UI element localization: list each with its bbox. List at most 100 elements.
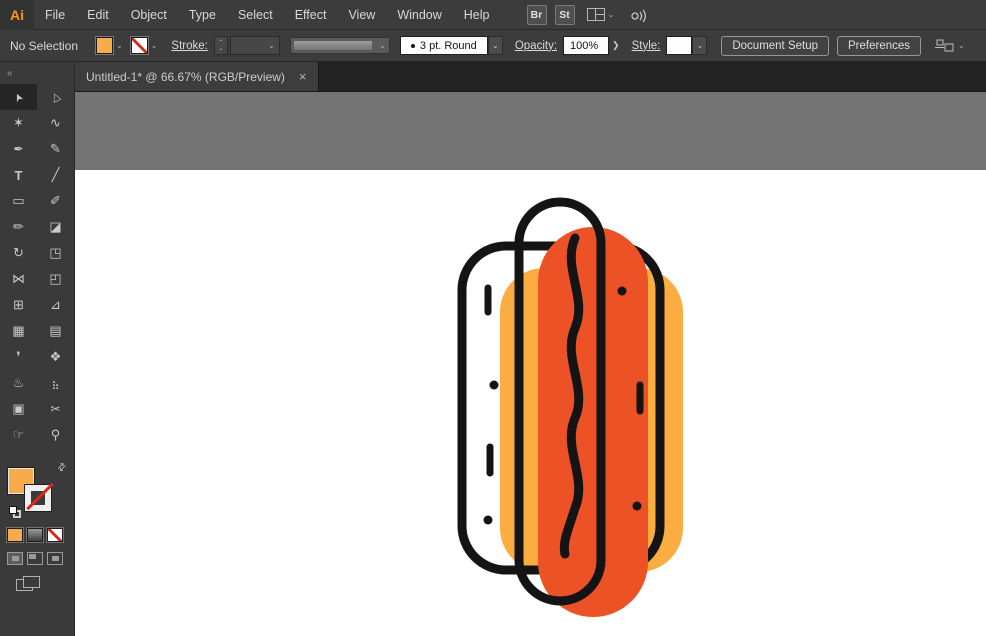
tools-panel: « ➤▷ ✶ ∿ ✒ ✎ T╱▭✐✏ ◪ ↻ ◳ ⋈◰⊞⊿ ▦ ▤❜ ❖ ♨⣦▣✂☞⚲ ⇄ bbox=[0, 62, 75, 636]
brush-dropdown-arrow[interactable]: ⌄ bbox=[488, 36, 503, 55]
tool-type[interactable]: T bbox=[0, 162, 37, 188]
menu-type[interactable]: Type bbox=[178, 0, 227, 29]
default-fill-stroke-icon[interactable] bbox=[9, 506, 21, 518]
fill-color-swatch[interactable] bbox=[96, 37, 113, 54]
preferences-button[interactable]: Preferences bbox=[837, 36, 921, 56]
tool-magic-wand[interactable]: ✶ bbox=[0, 110, 37, 136]
eraser-icon: ◪ bbox=[49, 219, 61, 235]
document-setup-button[interactable]: Document Setup bbox=[721, 36, 829, 56]
style-dropdown[interactable] bbox=[666, 36, 692, 55]
control-bar: No Selection ⌄ ⌄ Stroke: ⌃ ⌄ ⌄ ⌄ 3 pt. R… bbox=[0, 30, 986, 62]
style-label[interactable]: Style: bbox=[632, 40, 661, 52]
tool-line-segment[interactable]: ╱ bbox=[37, 162, 74, 188]
tool-perspective-grid[interactable]: ⊿ bbox=[37, 292, 74, 318]
draw-mode-buttons bbox=[7, 552, 63, 565]
menu-view[interactable]: View bbox=[337, 0, 386, 29]
tool-rotate[interactable]: ↻ bbox=[0, 240, 37, 266]
tool-blend[interactable]: ❖ bbox=[37, 344, 74, 370]
arrange-documents-button[interactable]: ⌄ bbox=[587, 8, 615, 21]
share-button[interactable] bbox=[628, 7, 648, 23]
tool-direct-selection[interactable]: ▷ bbox=[37, 84, 74, 110]
bridge-button[interactable]: Br bbox=[527, 5, 547, 25]
stroke-label[interactable]: Stroke: bbox=[171, 40, 207, 52]
tool-selection[interactable]: ➤ bbox=[0, 84, 37, 110]
tool-paintbrush[interactable]: ✐ bbox=[37, 188, 74, 214]
tool-slice[interactable]: ✂ bbox=[37, 396, 74, 422]
tool-curvature[interactable]: ✎ bbox=[37, 136, 74, 162]
blend-icon: ❖ bbox=[50, 349, 62, 365]
tool-pencil[interactable]: ✏ bbox=[0, 214, 37, 240]
menu-object[interactable]: Object bbox=[120, 0, 178, 29]
tool-width[interactable]: ⋈ bbox=[0, 266, 37, 292]
seasoning-dot[interactable] bbox=[618, 287, 627, 296]
tool-lasso[interactable]: ∿ bbox=[37, 110, 74, 136]
draw-behind-button[interactable] bbox=[27, 552, 43, 565]
tool-free-transform[interactable]: ◰ bbox=[37, 266, 74, 292]
stock-button[interactable]: St bbox=[555, 5, 575, 25]
tool-column-graph[interactable]: ⣦ bbox=[37, 370, 74, 396]
variable-width-profile-dropdown[interactable]: ⌄ bbox=[290, 37, 390, 54]
draw-normal-button[interactable] bbox=[7, 552, 23, 565]
curvature-icon: ✎ bbox=[50, 141, 61, 157]
tool-rectangle[interactable]: ▭ bbox=[0, 188, 37, 214]
none-button[interactable] bbox=[47, 528, 63, 542]
stroke-color-control[interactable]: ⌄ bbox=[131, 37, 158, 54]
tool-hand[interactable]: ☞ bbox=[0, 422, 37, 448]
tool-symbol-sprayer[interactable]: ♨ bbox=[0, 370, 37, 396]
pen-icon: ✒ bbox=[13, 142, 23, 156]
canvas-pasteboard[interactable] bbox=[75, 92, 986, 636]
none-slash-icon bbox=[26, 483, 54, 511]
tools-panel-header[interactable]: « bbox=[0, 62, 74, 84]
tool-shape-builder[interactable]: ⊞ bbox=[0, 292, 37, 318]
style-dropdown-arrow[interactable]: ⌄ bbox=[692, 36, 707, 55]
stroke-swatch[interactable] bbox=[25, 485, 51, 511]
stroke-color-swatch[interactable] bbox=[131, 37, 148, 54]
magic-wand-icon: ✶ bbox=[13, 115, 24, 131]
menu-help[interactable]: Help bbox=[453, 0, 501, 29]
menu-edit[interactable]: Edit bbox=[76, 0, 120, 29]
gradient-button[interactable] bbox=[27, 528, 43, 542]
brush-definition-dropdown[interactable]: 3 pt. Round bbox=[400, 36, 488, 55]
stroke-weight-dropdown[interactable]: ⌄ bbox=[230, 36, 280, 55]
tool-artboard[interactable]: ▣ bbox=[0, 396, 37, 422]
tool-mesh[interactable]: ▦ bbox=[0, 318, 37, 344]
stepper-down-icon[interactable]: ⌄ bbox=[218, 46, 223, 52]
rotate-icon: ↻ bbox=[13, 245, 24, 261]
color-button[interactable] bbox=[7, 528, 23, 542]
menu-effect[interactable]: Effect bbox=[284, 0, 338, 29]
menu-select[interactable]: Select bbox=[227, 0, 284, 29]
menu-file[interactable]: File bbox=[34, 0, 76, 29]
opacity-input[interactable]: 100% bbox=[563, 36, 609, 55]
swap-fill-stroke-icon[interactable]: ⇄ bbox=[55, 461, 69, 475]
collapse-panel-icon[interactable]: « bbox=[7, 68, 13, 79]
screen-mode-icon bbox=[23, 576, 40, 588]
menu-window[interactable]: Window bbox=[386, 0, 452, 29]
tool-pen[interactable]: ✒ bbox=[0, 136, 37, 162]
chevron-down-icon: ⌄ bbox=[696, 41, 703, 50]
tool-zoom[interactable]: ⚲ bbox=[37, 422, 74, 448]
tool-eraser[interactable]: ◪ bbox=[37, 214, 74, 240]
tool-gradient[interactable]: ▤ bbox=[37, 318, 74, 344]
scale-icon: ◳ bbox=[49, 245, 61, 261]
seasoning-dot[interactable] bbox=[633, 502, 642, 511]
tool-scale[interactable]: ◳ bbox=[37, 240, 74, 266]
fill-color-control[interactable]: ⌄ bbox=[96, 37, 123, 54]
stroke-weight-stepper[interactable]: ⌃ ⌄ bbox=[214, 36, 228, 55]
seasoning-dot[interactable] bbox=[484, 516, 493, 525]
align-options-button[interactable]: ⌄ bbox=[935, 38, 965, 54]
lasso-icon: ∿ bbox=[50, 115, 61, 131]
document-tab-title: Untitled-1* @ 66.67% (RGB/Preview) bbox=[86, 70, 285, 84]
opacity-expand-icon[interactable]: ❯ bbox=[612, 40, 620, 51]
mesh-icon: ▦ bbox=[12, 323, 24, 339]
draw-inside-button[interactable] bbox=[47, 552, 63, 565]
opacity-label[interactable]: Opacity: bbox=[515, 40, 557, 52]
tab-close-icon[interactable]: × bbox=[299, 69, 307, 84]
sausage-fill-shape[interactable] bbox=[538, 227, 648, 617]
align-icon bbox=[935, 38, 955, 54]
seasoning-dot[interactable] bbox=[490, 381, 499, 390]
tool-eyedropper[interactable]: ❜ bbox=[0, 344, 37, 370]
brush-definition-value: 3 pt. Round bbox=[420, 40, 477, 52]
screen-mode-button[interactable] bbox=[16, 576, 40, 591]
arrange-documents-icon bbox=[587, 8, 605, 21]
document-tab[interactable]: Untitled-1* @ 66.67% (RGB/Preview) × bbox=[75, 62, 319, 91]
